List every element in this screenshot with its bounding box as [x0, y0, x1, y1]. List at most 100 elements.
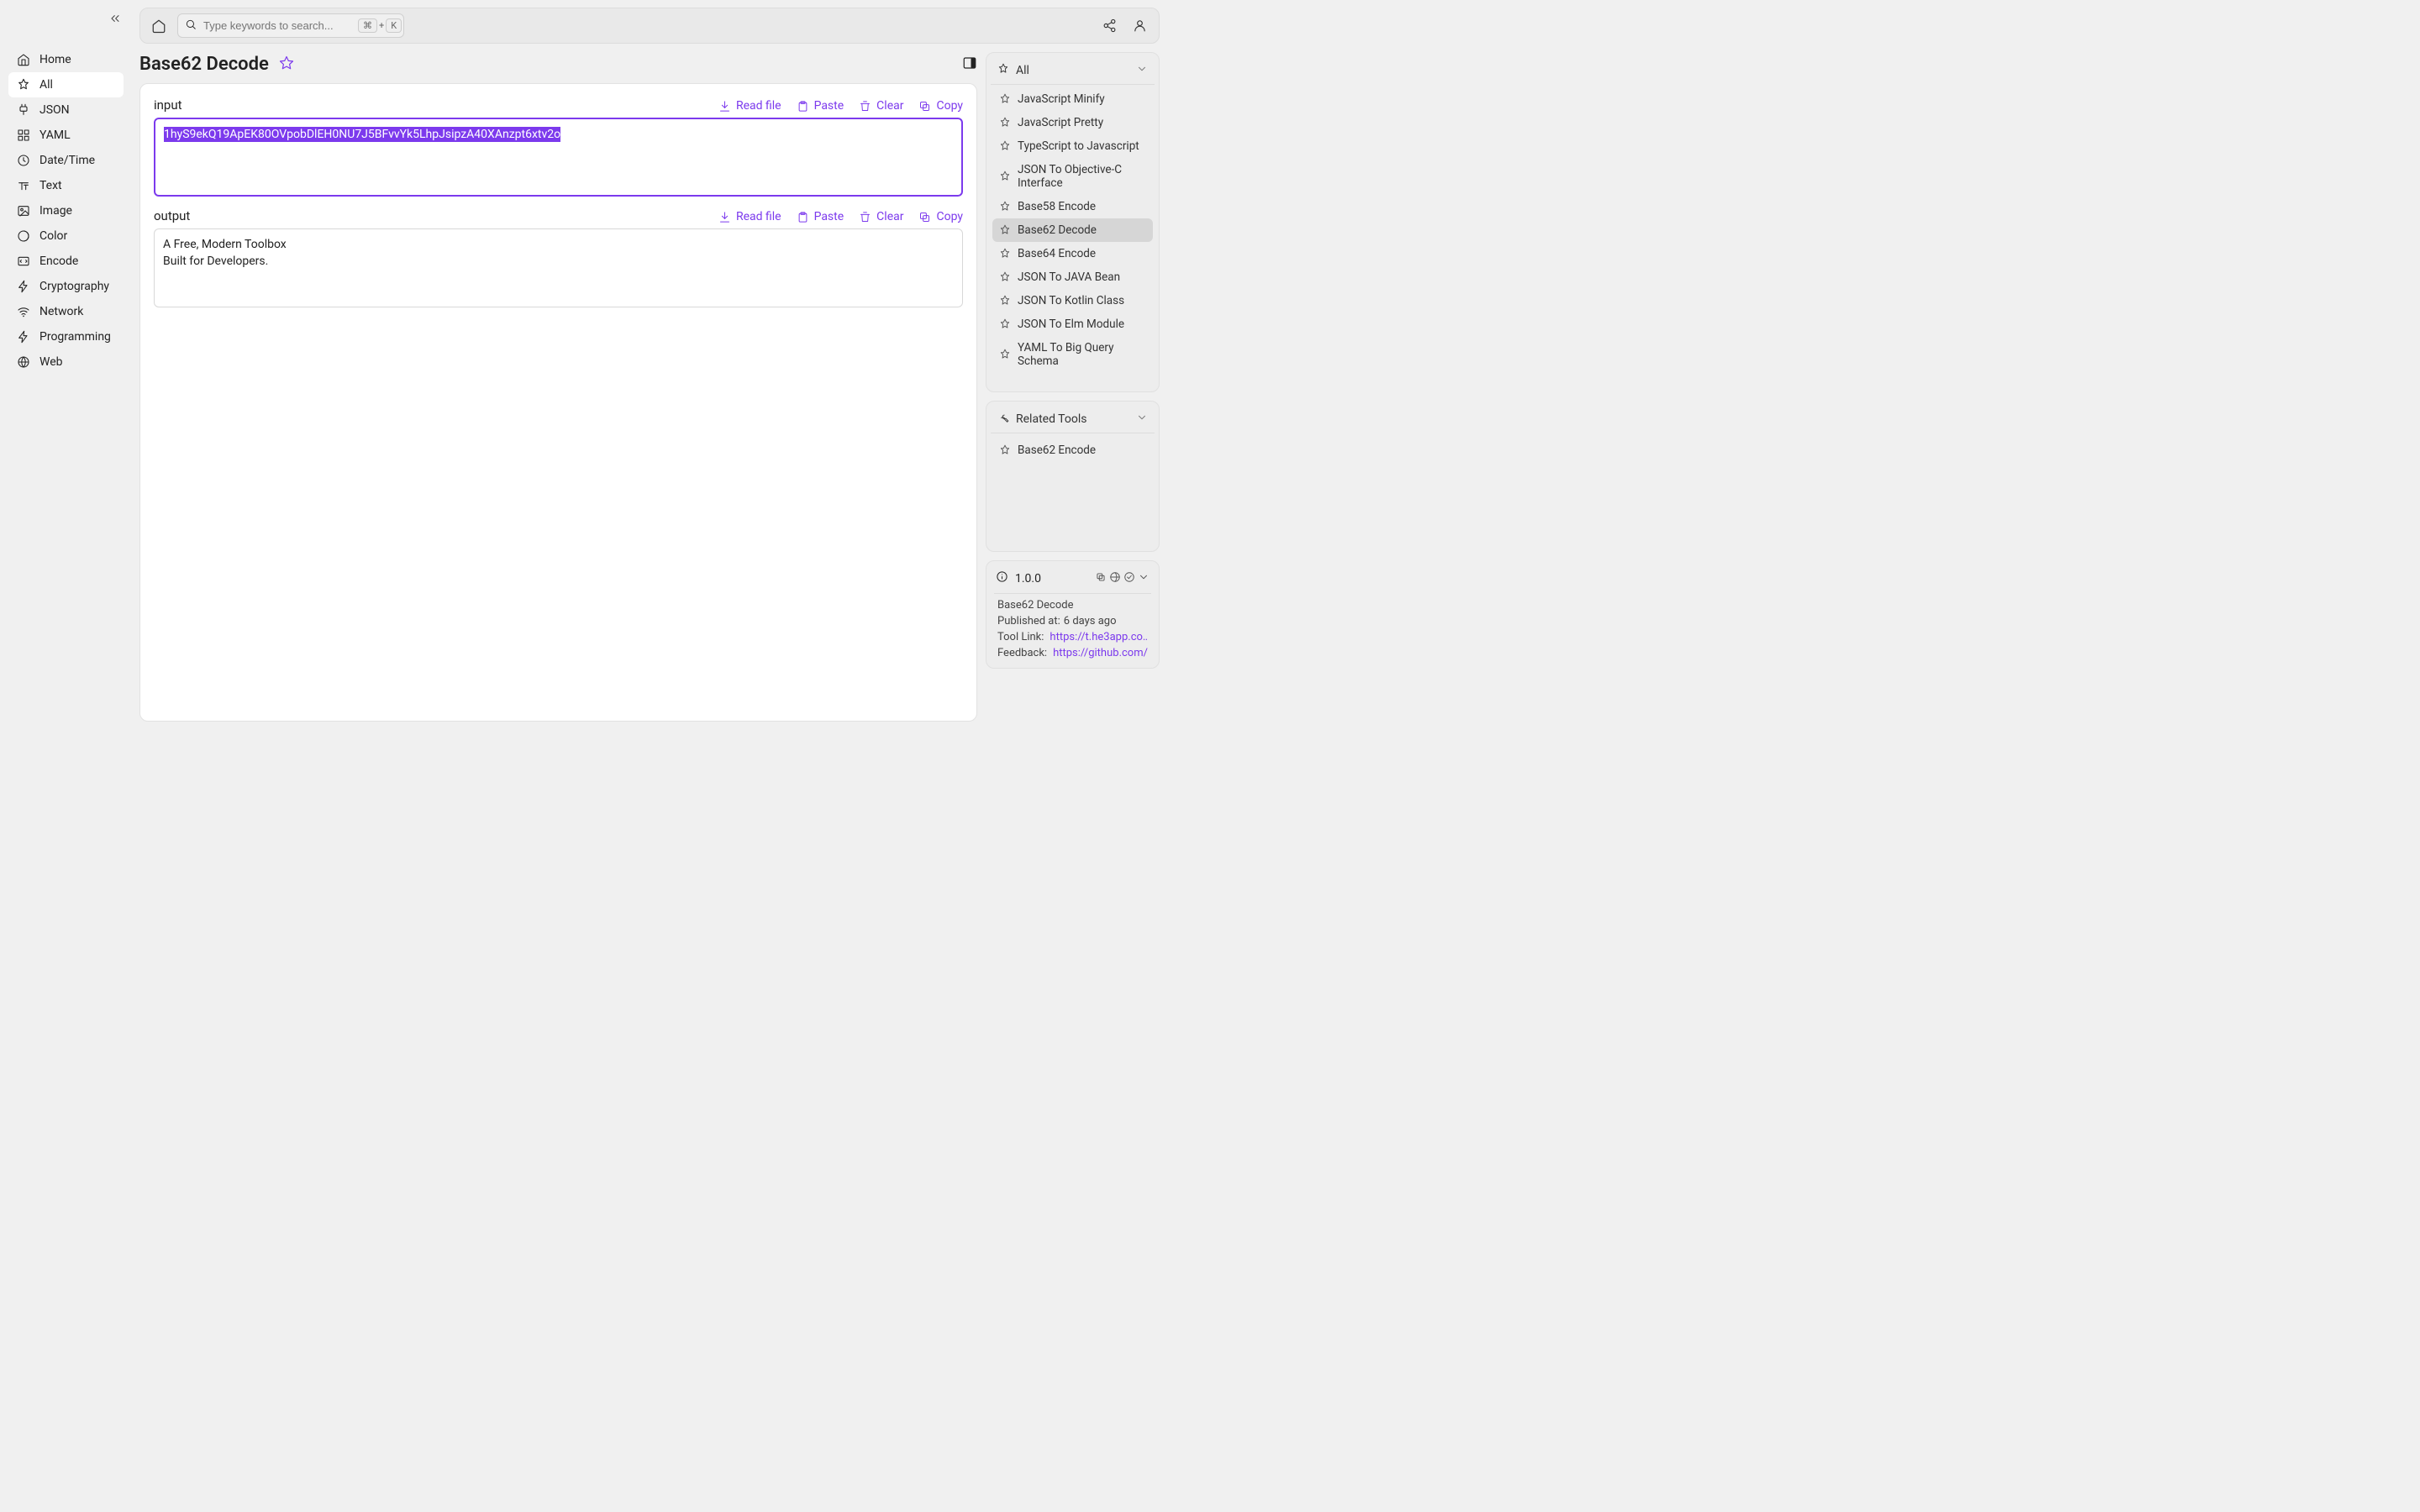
nav-label: Encode — [39, 255, 78, 268]
kbd-k: K — [386, 18, 402, 33]
output-textarea[interactable]: A Free, Modern Toolbox Built for Develop… — [154, 228, 963, 307]
related-tools-header[interactable]: Related Tools — [991, 406, 1155, 433]
toggle-side-panel-button[interactable] — [962, 55, 977, 74]
home-icon — [17, 53, 30, 66]
related-tool-item[interactable]: Base62 Encode — [992, 438, 1153, 462]
tool-item-label: Base58 Encode — [1018, 200, 1096, 213]
nav-label: Programming — [39, 330, 111, 344]
tool-item-label: YAML To Big Query Schema — [1018, 341, 1146, 368]
wifi-icon — [17, 305, 30, 318]
globe-icon — [17, 355, 30, 369]
share-button[interactable] — [1098, 15, 1120, 37]
nav-web[interactable]: Web — [8, 349, 124, 375]
input-textarea[interactable]: 1hyS9ekQ19ApEK80OVpobDlEH0NU7J5BFvvYk5Lh… — [154, 118, 963, 197]
pin-icon — [999, 171, 1011, 182]
globe-icon[interactable] — [1109, 570, 1121, 586]
tool-list-item[interactable]: JSON To Kotlin Class — [992, 289, 1153, 312]
tool-item-label: JSON To JAVA Bean — [1018, 270, 1120, 284]
search-shortcut: ⌘ + K — [358, 18, 402, 33]
text-icon — [17, 179, 30, 192]
nav-label: Home — [39, 53, 71, 66]
tool-list-item[interactable]: JavaScript Minify — [992, 87, 1153, 111]
chevron-down-icon[interactable] — [1136, 63, 1148, 78]
tool-list-item[interactable]: JSON To JAVA Bean — [992, 265, 1153, 289]
published-label: Published at: — [997, 615, 1060, 627]
tool-item-label: Base64 Encode — [1018, 247, 1096, 260]
image-icon — [17, 204, 30, 218]
grid-icon — [17, 129, 30, 142]
collapse-sidebar-button[interactable] — [108, 12, 122, 29]
pin-icon — [999, 349, 1011, 360]
tool-list-item[interactable]: YAML To Big Query Schema — [992, 336, 1153, 373]
tool-item-label: JSON To Objective-C Interface — [1018, 163, 1146, 190]
search-box[interactable]: ⌘ + K — [177, 13, 404, 38]
tools-list[interactable]: JavaScript Minify JavaScript Pretty TypeSc… — [991, 85, 1155, 387]
user-button[interactable] — [1128, 15, 1150, 37]
tool-list-item[interactable]: JSON To Elm Module — [992, 312, 1153, 336]
pin-icon — [999, 444, 1011, 456]
pin-icon — [997, 63, 1009, 78]
input-copy-button[interactable]: Copy — [918, 99, 963, 113]
nav-json[interactable]: JSON — [8, 97, 124, 123]
nav-encode[interactable]: Encode — [8, 249, 124, 274]
chevron-down-icon[interactable] — [1136, 412, 1148, 427]
tool-list-item[interactable]: Base62 Decode — [992, 218, 1153, 242]
tool-item-label: TypeScript to Javascript — [1018, 139, 1139, 153]
nav-label: Web — [39, 355, 63, 369]
nav-cryptography[interactable]: Cryptography — [8, 274, 124, 299]
nav-image[interactable]: Image — [8, 198, 124, 223]
tool-item-label: JavaScript Pretty — [1018, 116, 1103, 129]
copy-icon[interactable] — [1095, 570, 1107, 586]
pin-icon — [999, 318, 1011, 330]
tool-list-item[interactable]: JavaScript Pretty — [992, 111, 1153, 134]
bolt-icon — [17, 330, 30, 344]
pin-icon — [999, 271, 1011, 283]
encode-icon — [17, 255, 30, 268]
search-input[interactable] — [203, 19, 351, 32]
all-tools-header[interactable]: All — [991, 57, 1155, 85]
feedback-link[interactable]: https://github.com/… — [1050, 647, 1148, 659]
pin-icon — [999, 117, 1011, 129]
input-paste-button[interactable]: Paste — [797, 99, 844, 113]
favorite-button[interactable] — [279, 55, 294, 74]
tool-header: Base62 Decode — [139, 52, 977, 83]
sidebar: Home All JSON YAML Date/Time Text Image — [0, 0, 132, 729]
nav-programming[interactable]: Programming — [8, 324, 124, 349]
tool-list-item[interactable]: TypeScript to Javascript — [992, 134, 1153, 158]
nav-network[interactable]: Network — [8, 299, 124, 324]
right-panel: All JavaScript Minify JavaScript Pretty Ty… — [986, 52, 1160, 722]
nav-all[interactable]: All — [8, 72, 124, 97]
output-read-file-button[interactable]: Read file — [718, 210, 781, 223]
input-read-file-button[interactable]: Read file — [718, 99, 781, 113]
tool-list-item[interactable]: JSON To Objective-C Interface — [992, 158, 1153, 195]
tool-list-item[interactable]: Base58 Encode — [992, 195, 1153, 218]
nav-color[interactable]: Color — [8, 223, 124, 249]
nav-datetime[interactable]: Date/Time — [8, 148, 124, 173]
kbd-cmd: ⌘ — [358, 18, 377, 33]
related-header-label: Related Tools — [1016, 412, 1086, 426]
page-title: Base62 Decode — [139, 54, 269, 75]
pin-icon — [999, 248, 1011, 260]
nav-label: Date/Time — [39, 154, 95, 167]
nav-home[interactable]: Home — [8, 47, 124, 72]
output-paste-button[interactable]: Paste — [797, 210, 844, 223]
chevron-down-icon[interactable] — [1138, 570, 1150, 586]
pin-icon — [999, 93, 1011, 105]
output-clear-button[interactable]: Clear — [859, 210, 903, 223]
tool-list-item[interactable]: Base64 Encode — [992, 242, 1153, 265]
input-clear-button[interactable]: Clear — [859, 99, 903, 113]
input-block: input Read file Paste — [154, 97, 963, 197]
tool-item-label: JavaScript Minify — [1018, 92, 1105, 106]
nav-label: Network — [39, 305, 83, 318]
pin-icon — [999, 140, 1011, 152]
nav-text[interactable]: Text — [8, 173, 124, 198]
tool-link[interactable]: https://t.he3app.co… — [1047, 631, 1148, 643]
tool-area: Base62 Decode input Read — [139, 52, 977, 722]
nav-label: Image — [39, 204, 72, 218]
nav-yaml[interactable]: YAML — [8, 123, 124, 148]
info-panel: 1.0.0 Base62 Decode Published at: 6 days… — [986, 560, 1160, 669]
home-button[interactable] — [149, 16, 169, 36]
all-tools-panel: All JavaScript Minify JavaScript Pretty Ty… — [986, 52, 1160, 392]
check-circle-icon[interactable] — [1123, 570, 1135, 586]
output-copy-button[interactable]: Copy — [918, 210, 963, 223]
